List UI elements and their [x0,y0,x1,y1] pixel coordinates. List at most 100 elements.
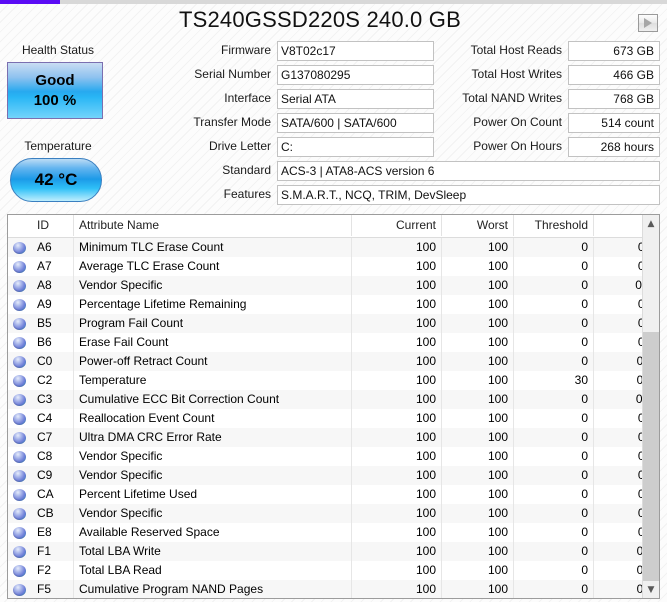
table-cell-id: F5 [32,580,74,598]
table-vertical-scrollbar[interactable]: ▲ ▼ [642,215,659,598]
info-field-power-on-hours: Power On Hours [386,137,566,157]
table-row[interactable]: E8Available Reserved Space10010000000000… [8,523,659,542]
table-cell-id: E8 [32,523,74,542]
table-cell-worst: 100 [442,542,514,561]
status-indicator-icon [13,451,26,463]
table-cell-id: B6 [32,333,74,352]
table-row[interactable]: F2Total LBA Read100100000000000542E [8,561,659,580]
table-row[interactable]: F5Cumulative Program NAND Pages100100000… [8,580,659,598]
status-indicator-icon [13,337,26,349]
chevron-up-icon[interactable]: ▲ [643,215,659,232]
table-cell-id: CB [32,504,74,523]
table-cell-worst: 100 [442,580,514,598]
table-row[interactable]: A6Minimum TLC Erase Count100100000000000… [8,238,659,257]
status-indicator-icon [13,489,26,501]
table-row[interactable]: A8Vendor Specific1001000000000000BB8 [8,276,659,295]
table-cell-name: Program Fail Count [74,314,352,333]
table-cell-threshold: 0 [514,504,594,523]
scrollbar-thumb[interactable] [643,332,659,581]
info-field-value[interactable]: 768 GB [568,89,660,109]
play-icon [644,18,652,28]
status-indicator-icon [13,584,26,596]
table-cell-worst: 100 [442,333,514,352]
table-row[interactable]: C3 Cumulative ECC Bit Correction Count 100… [8,390,659,409]
info-field-value[interactable]: 268 hours [568,137,660,157]
info-field-value[interactable]: 514 count [568,113,660,133]
info-field-value[interactable]: 466 GB [568,65,660,85]
table-row[interactable]: A7Average TLC Erase Count100100000000000… [8,257,659,276]
table-cell-worst: 100 [442,390,514,409]
status-indicator-icon [13,546,26,558]
table-cell-id: C7 [32,428,74,447]
table-cell-threshold: 0 [514,542,594,561]
table-row[interactable]: C8Vendor Specific1001000000000000034 [8,447,659,466]
info-field-label: Total NAND Writes [462,91,562,105]
table-cell-current: 100 [352,504,442,523]
info-field-total-host-writes: Total Host Writes [386,65,566,85]
table-cell-id: C4 [32,409,74,428]
table-cell-name: Minimum TLC Erase Count [74,238,352,257]
status-indicator-icon [13,508,26,520]
table-cell-id: C0 [32,352,74,371]
table-cell-id: C8 [32,447,74,466]
info-field-firmware: Firmware [0,41,275,61]
table-row[interactable]: A9Percentage Lifetime Remaining100100000… [8,295,659,314]
table-row[interactable]: B6Erase Fail Count1001000000000000000 [8,333,659,352]
table-cell-threshold: 0 [514,295,594,314]
table-cell-name: Power-off Retract Count [74,352,352,371]
info-field-label: Firmware [221,43,271,57]
info-field-label: Total Host Reads [470,43,562,57]
status-indicator-icon [13,394,26,406]
table-header-row: IDAttribute NameCurrentWorstThresholdRaw… [8,215,659,238]
table-cell-id: C2 [32,371,74,390]
table-cell-worst: 100 [442,466,514,485]
table-cell-worst: 100 [442,238,514,257]
column-header-attribute-name[interactable]: Attribute Name [74,215,352,236]
status-indicator-icon [13,356,26,368]
table-row[interactable]: CBVendor Specific1001000000000000000 [8,504,659,523]
table-cell-current: 100 [352,466,442,485]
table-cell-name: Vendor Specific [74,466,352,485]
table-cell-name: Total LBA Write [74,542,352,561]
table-row[interactable]: CAPercent Lifetime Used10010000000000000… [8,485,659,504]
info-field-label: Features [223,187,271,201]
table-cell-threshold: 30 [514,371,594,390]
status-indicator-icon [13,413,26,425]
play-button[interactable] [638,14,658,32]
info-field-value[interactable]: ACS-3 | ATA8-ACS version 6 [277,161,660,181]
table-row[interactable]: C2Temperature1001003000000000002A [8,371,659,390]
status-indicator-icon [13,318,26,330]
info-field-power-on-count: Power On Count [386,113,566,133]
column-header-id[interactable]: ID [32,215,74,236]
info-field-label: Interface [224,91,271,105]
table-cell-worst: 100 [442,257,514,276]
table-row[interactable]: C9Vendor Specific1001000000000000000 [8,466,659,485]
table-row[interactable]: C7Ultra DMA CRC Error Rate10010000000000… [8,428,659,447]
info-field-transfer-mode: Transfer Mode [0,113,275,133]
status-indicator-icon [13,470,26,482]
table-row[interactable]: C0Power-off Retract Count100100000000000… [8,352,659,371]
table-row[interactable]: F1Total LBA Write1001000000000003A45 [8,542,659,561]
table-cell-current: 100 [352,295,442,314]
chevron-down-icon[interactable]: ▼ [643,581,659,598]
column-header-worst[interactable]: Worst [442,215,514,236]
table-row[interactable]: C4Reallocation Event Count10010000000000… [8,409,659,428]
table-cell-threshold: 0 [514,257,594,276]
info-field-label: Power On Count [473,115,562,129]
table-cell-threshold: 0 [514,314,594,333]
table-cell-id: C3 [32,390,74,409]
table-cell-id: B5 [32,314,74,333]
table-cell-worst: 100 [442,447,514,466]
column-header-threshold[interactable]: Threshold [514,215,594,236]
column-header-current[interactable]: Current [352,215,442,236]
info-field-total-nand-writes: Total NAND Writes [386,89,566,109]
info-field-label: Power On Hours [473,139,562,153]
table-cell-threshold: 0 [514,428,594,447]
info-field-value[interactable]: S.M.A.R.T., NCQ, TRIM, DevSleep [277,185,660,205]
info-field-interface: Interface [0,89,275,109]
table-cell-name: Total LBA Read [74,561,352,580]
table-cell-threshold: 0 [514,238,594,257]
table-cell-name: Vendor Specific [74,276,352,295]
table-row[interactable]: B5Program Fail Count1001000000000000000 [8,314,659,333]
info-field-value[interactable]: 673 GB [568,41,660,61]
